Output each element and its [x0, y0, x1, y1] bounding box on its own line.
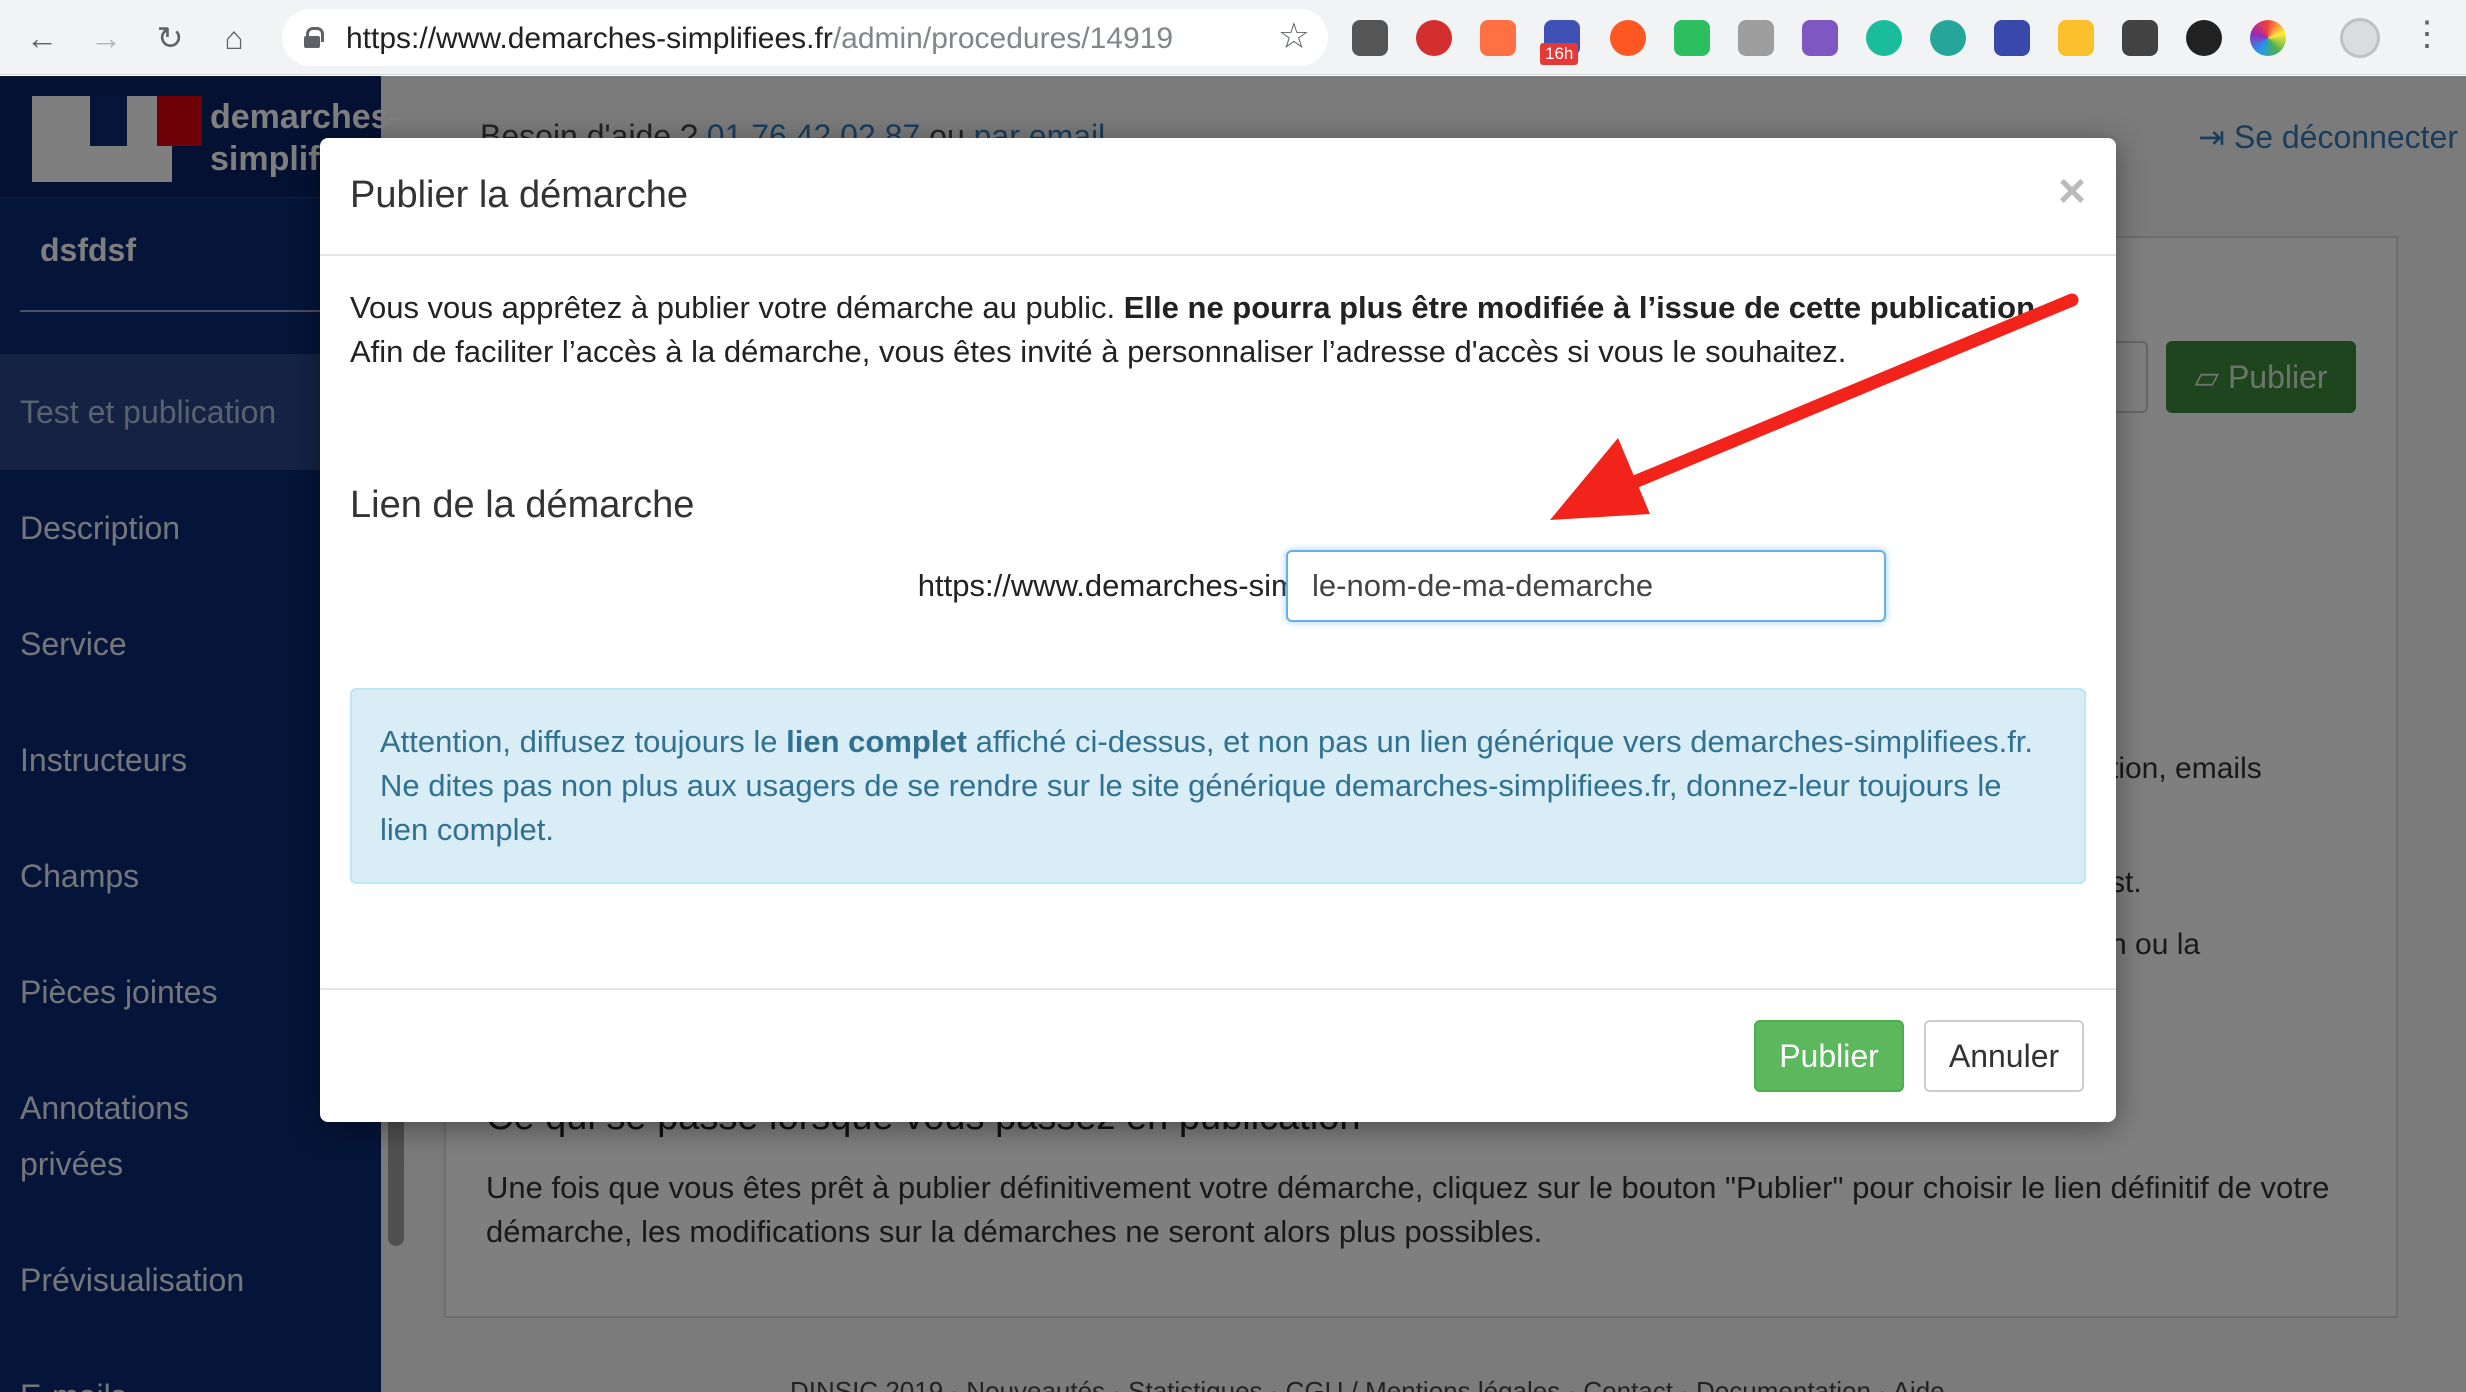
back-icon[interactable]: ← [22, 18, 62, 58]
info-alert: Attention, diffusez toujours le lien com… [350, 688, 2086, 884]
extension-chat-icon[interactable] [1738, 20, 1774, 56]
browser-toolbar: ← → ↻ ⌂ https://www.demarches-simplifiee… [0, 0, 2466, 75]
publish-button[interactable]: Publier [1754, 1020, 1904, 1092]
extension-stop-icon[interactable] [1416, 20, 1452, 56]
modal-title: Publier la démarche [350, 174, 688, 216]
intro-warning: Elle ne pourra plus être modifiée à l’is… [1123, 290, 2044, 325]
lock-icon [304, 27, 324, 48]
extension-play-icon[interactable] [1480, 20, 1516, 56]
forward-icon[interactable]: → [86, 18, 126, 58]
cancel-button[interactable]: Annuler [1924, 1020, 2084, 1092]
close-icon[interactable]: × [2058, 164, 2086, 219]
extension-ring-icon[interactable] [1866, 20, 1902, 56]
extension-evernote-icon[interactable] [1674, 20, 1710, 56]
extension-cup-icon[interactable] [2186, 20, 2222, 56]
extension-color-wheel-icon[interactable] [2250, 20, 2286, 56]
procedure-path-input[interactable] [1286, 550, 1886, 622]
extension-recycle-icon[interactable] [1352, 20, 1388, 56]
url-text: https://www.demarches-simplifiees.fr/adm… [346, 22, 1174, 55]
extension-notes-icon[interactable] [2122, 20, 2158, 56]
extension-atom-icon[interactable] [1930, 20, 1966, 56]
home-icon[interactable]: ⌂ [214, 18, 254, 58]
bookmark-star-icon[interactable]: ☆ [1278, 15, 1310, 57]
link-section-title: Lien de la démarche [350, 484, 695, 526]
extension-flame-icon[interactable] [1610, 20, 1646, 56]
extension-flask-icon[interactable] [2058, 20, 2094, 56]
reload-icon[interactable]: ↻ [150, 18, 190, 58]
modal-header: Publier la démarche × [320, 138, 2116, 256]
publish-modal: Publier la démarche × Vous vous apprêtez… [320, 138, 2116, 1122]
modal-footer: Publier Annuler [320, 988, 2116, 1122]
extension-pencil-icon[interactable] [1802, 20, 1838, 56]
profile-avatar[interactable] [2340, 18, 2380, 58]
extension-badge: 16h [1540, 43, 1579, 65]
address-bar[interactable]: https://www.demarches-simplifiees.fr/adm… [282, 9, 1328, 66]
modal-intro: Vous vous apprêtez à publier votre démar… [350, 290, 2044, 369]
browser-menu-icon[interactable]: ⋮ [2410, 14, 2444, 54]
extension-bolt-icon[interactable] [1994, 20, 2030, 56]
